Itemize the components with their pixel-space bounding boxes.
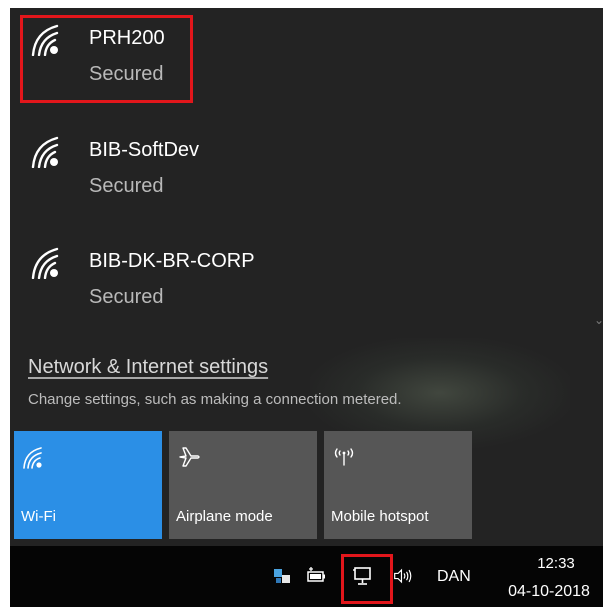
mobile-hotspot-tile-label: Mobile hotspot <box>331 508 429 525</box>
airplane-mode-tile-label: Airplane mode <box>176 508 273 525</box>
network-status: Secured <box>89 63 164 85</box>
network-name: BIB-SoftDev <box>89 139 200 161</box>
mobile-hotspot-tile[interactable]: Mobile hotspot <box>324 431 472 539</box>
airplane-mode-tile[interactable]: Airplane mode <box>169 431 317 539</box>
mobile-hotspot-icon <box>334 448 354 466</box>
airplane-icon <box>179 447 200 467</box>
clock-date[interactable]: 04-10-2018 <box>497 582 601 602</box>
wifi-signal-icon <box>31 136 59 168</box>
bluetooth-devices-icon[interactable] <box>272 566 294 586</box>
wifi-tile[interactable]: Wi-Fi <box>14 431 162 539</box>
wifi-signal-icon <box>31 24 59 56</box>
battery-icon[interactable] <box>306 566 328 586</box>
network-item-bib-dk-br-corp[interactable]: BIB-DK-BR-CORP Secured <box>10 231 590 335</box>
clock-time[interactable]: 12:33 <box>514 554 598 574</box>
network-name: BIB-DK-BR-CORP <box>89 250 255 272</box>
scroll-indicator[interactable]: ⌄ <box>594 314 603 326</box>
wifi-tile-label: Wi-Fi <box>21 508 56 525</box>
network-name: PRH200 <box>89 27 165 49</box>
volume-icon[interactable] <box>393 566 415 586</box>
language-indicator[interactable]: DAN <box>437 567 471 587</box>
settings-description: Change settings, such as making a connec… <box>28 391 402 408</box>
network-status: Secured <box>89 286 164 308</box>
wifi-signal-icon <box>31 247 59 279</box>
network-item-bib-softdev[interactable]: BIB-SoftDev Secured <box>10 120 590 224</box>
network-internet-settings-link[interactable]: Network & Internet settings <box>28 355 268 379</box>
wifi-icon <box>23 447 42 469</box>
network-flyout: PRH200 Secured BIB-SoftDev Secured BIB-D… <box>10 8 603 546</box>
network-icon[interactable] <box>352 566 374 586</box>
network-status: Secured <box>89 175 164 197</box>
network-item-prh200[interactable]: PRH200 Secured <box>10 8 590 112</box>
taskbar: DAN 12:33 04-10-2018 <box>10 546 603 607</box>
